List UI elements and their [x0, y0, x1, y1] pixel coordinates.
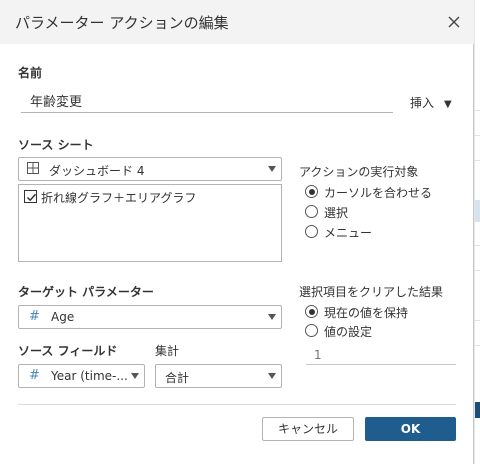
radio-button[interactable]	[305, 225, 318, 238]
radio-button[interactable]	[305, 305, 318, 318]
divider	[18, 404, 456, 405]
radio-button[interactable]	[305, 185, 318, 198]
dialog-title: パラメーター アクションの編集	[15, 14, 229, 32]
hash-icon: #	[29, 368, 40, 383]
radio-label: 選択	[324, 206, 349, 220]
hash-icon: #	[29, 309, 40, 324]
name-label: 名前	[18, 66, 43, 80]
source-sheet-label: ソース シート	[18, 138, 94, 152]
chevron-down-icon: ▼	[444, 99, 452, 110]
aggregation-select[interactable]: 合計	[155, 364, 282, 388]
radio-label: 現在の値を保持	[324, 306, 409, 320]
source-sheet-select[interactable]: ダッシュボード 4	[18, 157, 282, 181]
radio-label: カーソルを合わせる	[324, 186, 433, 200]
clearing-selection-label: 選択項目をクリアした結果	[299, 285, 444, 299]
aggregation-label: 集計	[155, 344, 180, 358]
source-field-label: ソース フィールド	[18, 344, 118, 358]
ok-button[interactable]: OK	[365, 417, 456, 441]
source-sheet-value: ダッシュボード 4	[49, 164, 145, 178]
target-parameter-label: ターゲット パラメーター	[18, 285, 154, 299]
background-app-edge	[474, 0, 480, 464]
source-field-value: Year (time-...	[51, 369, 128, 383]
source-field-select[interactable]: # Year (time-...	[18, 364, 145, 388]
sheet-item-label: 折れ線グラフ＋エリアグラフ	[41, 191, 197, 205]
chevron-down-icon	[131, 373, 139, 379]
dialog-titlebar: パラメーター アクションの編集	[0, 0, 474, 44]
aggregation-value: 合計	[165, 371, 190, 385]
source-sheet-list: 折れ線グラフ＋エリアグラフ	[18, 184, 282, 262]
run-action-on-label: アクションの実行対象	[299, 165, 419, 179]
radio-button[interactable]	[305, 205, 318, 218]
target-parameter-value: Age	[51, 310, 75, 324]
close-icon[interactable]	[446, 14, 462, 30]
edit-parameter-action-dialog: パラメーター アクションの編集 名前 挿入 ▼ ソース シート ダッシュボード 4…	[0, 0, 474, 464]
insert-label: 挿入	[410, 96, 435, 110]
sheet-checkbox[interactable]	[24, 190, 37, 203]
chevron-down-icon	[268, 373, 276, 379]
action-name-input[interactable]	[21, 89, 393, 113]
chevron-down-icon	[268, 166, 276, 172]
radio-label: 値の設定	[324, 325, 373, 339]
chevron-down-icon	[268, 314, 276, 320]
radio-button[interactable]	[305, 324, 318, 337]
radio-label: メニュー	[324, 226, 373, 240]
dashboard-icon	[27, 162, 39, 178]
insert-dropdown[interactable]: 挿入 ▼	[410, 94, 452, 111]
set-value-input[interactable]	[306, 345, 456, 365]
cancel-button[interactable]: キャンセル	[262, 417, 354, 441]
target-parameter-select[interactable]: # Age	[18, 305, 282, 329]
